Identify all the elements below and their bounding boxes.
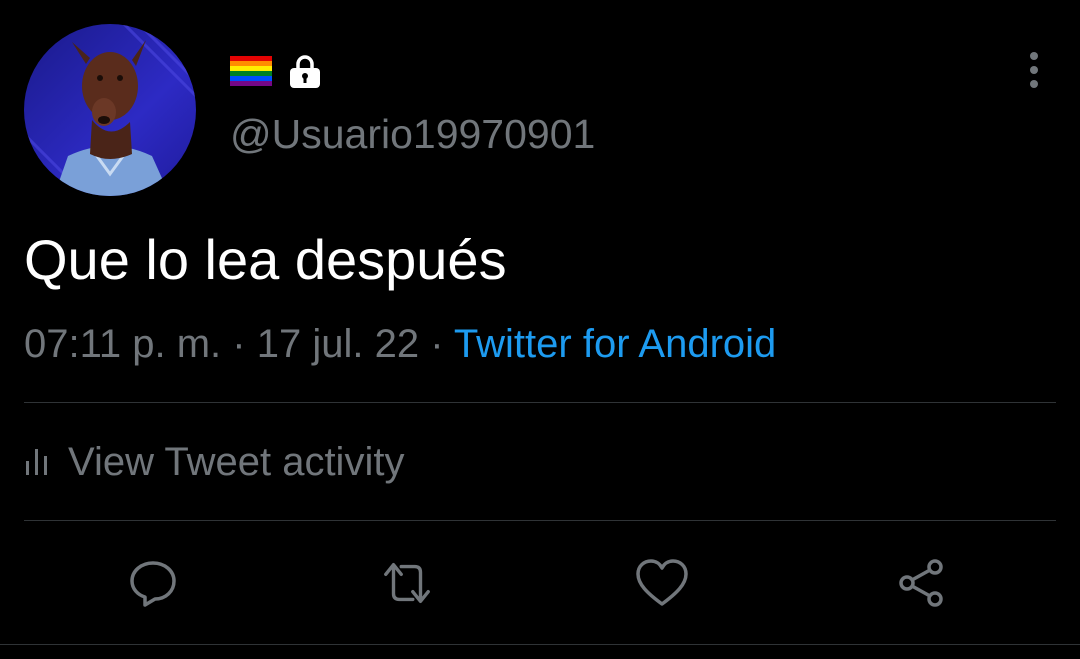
rainbow-flag-icon: [230, 56, 272, 86]
avatar[interactable]: [24, 24, 196, 196]
bar-chart-icon: [26, 449, 47, 475]
divider: [24, 402, 1056, 403]
reply-icon: [130, 561, 176, 607]
like-icon: [636, 559, 688, 606]
tweet-text: Que lo lea después: [24, 228, 507, 291]
divider: [0, 644, 1080, 645]
share-button[interactable]: [894, 556, 948, 610]
retweet-icon: [384, 562, 430, 604]
meta-separator: ·: [232, 322, 246, 366]
lock-icon: [290, 55, 320, 88]
display-name-row: [230, 54, 322, 88]
like-button[interactable]: [635, 556, 689, 610]
share-icon: [899, 559, 943, 607]
reply-button[interactable]: [126, 556, 180, 610]
user-handle[interactable]: @Usuario19970901: [230, 110, 595, 158]
activity-label: View Tweet activity: [68, 440, 405, 484]
avatar-dog-image: [24, 24, 196, 196]
divider: [24, 520, 1056, 521]
tweet-time: 07:11 p. m.: [24, 322, 222, 366]
more-vertical-icon: [1030, 52, 1038, 88]
tweet-source-link[interactable]: Twitter for Android: [454, 322, 776, 366]
view-tweet-activity-button[interactable]: View Tweet activity: [24, 436, 404, 488]
tweet-meta: 07:11 p. m. · 17 jul. 22 · Twitter for A…: [24, 318, 776, 370]
meta-separator: ·: [430, 322, 444, 366]
tweet-date: 17 jul. 22: [256, 322, 420, 366]
retweet-button[interactable]: [380, 556, 434, 610]
more-options-button[interactable]: [1014, 50, 1054, 90]
tweet-detail: @Usuario19970901 Que lo lea después 07:1…: [0, 0, 1080, 659]
